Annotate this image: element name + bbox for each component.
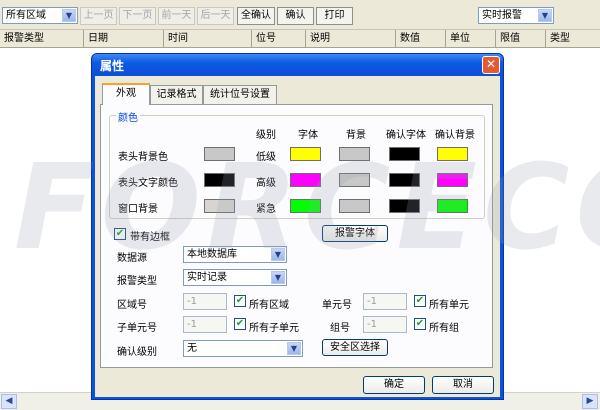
urgent-bg-swatch[interactable] — [339, 199, 370, 213]
data-source-select[interactable]: 本地数据库 ▼ — [183, 246, 287, 263]
column-header[interactable]: 报警类型 — [0, 30, 84, 48]
background-column-header: 背景 — [346, 130, 366, 141]
urgent-confirm-bg-swatch[interactable] — [437, 199, 468, 213]
unit-no-label: 单元号 — [322, 300, 352, 311]
alarm-table-header: 报警类型 日期 时间 位号 说明 数值 单位 限值 类型 — [0, 30, 600, 48]
level-column-header: 级别 — [256, 130, 276, 141]
chevron-down-icon: ▼ — [271, 271, 285, 284]
all-areas-checkbox[interactable]: ✔ — [234, 295, 246, 307]
column-header[interactable]: 日期 — [84, 30, 164, 48]
color-group: 颜色 级别 字体 背景 确认字体 确认背景 表头背景色 低级 表头文字颜色 高级 — [109, 109, 485, 219]
area-no-input[interactable]: -1 — [183, 293, 227, 310]
dialog-titlebar[interactable]: 属性 ✕ — [92, 54, 503, 76]
all-units-label: 所有单元 — [429, 300, 469, 311]
unit-no-input[interactable]: -1 — [363, 293, 407, 310]
all-areas-label: 所有区域 — [249, 300, 289, 311]
confirm-level-value: 无 — [187, 343, 197, 354]
area-filter-select[interactable]: 所有区域 ▼ — [2, 7, 78, 24]
tab-record-format[interactable]: 记录格式 — [150, 85, 203, 104]
color-group-title: 颜色 — [116, 109, 140, 124]
with-border-checkbox[interactable]: ✔ — [114, 228, 126, 240]
alarm-font-button[interactable]: 报警字体 — [322, 225, 388, 242]
print-button[interactable]: 打印 — [316, 7, 353, 25]
chevron-down-icon: ▼ — [271, 248, 285, 261]
all-subunits-label: 所有子单元 — [249, 323, 299, 334]
urgent-confirm-font-swatch[interactable] — [389, 199, 420, 213]
column-header[interactable]: 位号 — [252, 30, 306, 48]
column-header[interactable]: 单位 — [446, 30, 496, 48]
subunit-no-label: 子单元号 — [117, 323, 157, 334]
window-bg-swatch[interactable] — [204, 199, 235, 213]
level-low-label: 低级 — [256, 152, 276, 163]
high-font-swatch[interactable] — [290, 173, 321, 187]
group-no-label: 组号 — [330, 323, 350, 334]
toolbar: 所有区域 ▼ 上一页 下一页 前一天 后一天 全确认 确认 打印 实时报警 ▼ — [0, 0, 600, 30]
dialog-client: 外观 记录格式 统计位号设置 颜色 级别 字体 背景 确认字体 确认背景 表头背… — [95, 76, 500, 397]
close-icon[interactable]: ✕ — [482, 56, 500, 74]
next-day-button[interactable]: 后一天 — [197, 7, 234, 25]
area-filter-value: 所有区域 — [6, 10, 46, 21]
header-bg-label: 表头背景色 — [118, 152, 168, 163]
with-border-label: 带有边框 — [130, 232, 170, 243]
prev-day-button[interactable]: 前一天 — [158, 7, 195, 25]
header-bg-swatch[interactable] — [204, 147, 235, 161]
properties-dialog: 属性 ✕ 外观 记录格式 统计位号设置 颜色 级别 字体 背景 确认字体 确认背… — [91, 53, 504, 400]
appearance-panel: 颜色 级别 字体 背景 确认字体 确认背景 表头背景色 低级 表头文字颜色 高级 — [100, 104, 493, 368]
ok-button[interactable]: 确定 — [363, 376, 425, 394]
level-urgent-label: 紧急 — [256, 204, 276, 215]
data-source-label: 数据源 — [117, 253, 147, 264]
header-text-color-swatch[interactable] — [204, 173, 235, 187]
confirm-font-column-header: 确认字体 — [386, 130, 426, 141]
all-subunits-checkbox[interactable]: ✔ — [234, 318, 246, 330]
scroll-left-icon[interactable]: ◀ — [1, 394, 17, 409]
next-page-button[interactable]: 下一页 — [119, 7, 156, 25]
high-bg-swatch[interactable] — [339, 173, 370, 187]
font-column-header: 字体 — [298, 130, 318, 141]
confirm-all-button[interactable]: 全确认 — [237, 7, 275, 25]
prev-page-button[interactable]: 上一页 — [80, 7, 117, 25]
area-no-label: 区域号 — [117, 300, 147, 311]
column-header[interactable]: 类型 — [546, 30, 600, 48]
level-high-label: 高级 — [256, 178, 276, 189]
dialog-title: 属性 — [100, 59, 125, 73]
alarm-type-label: 报警类型 — [117, 276, 157, 287]
column-header[interactable]: 说明 — [306, 30, 396, 48]
tab-statistics-tags[interactable]: 统计位号设置 — [203, 85, 277, 104]
window-bg-label: 窗口背景 — [118, 204, 158, 215]
column-header[interactable]: 数值 — [396, 30, 446, 48]
urgent-font-swatch[interactable] — [290, 199, 321, 213]
confirm-level-select[interactable]: 无 ▼ — [183, 340, 303, 357]
alarm-mode-value: 实时报警 — [482, 10, 522, 21]
column-header[interactable]: 时间 — [164, 30, 252, 48]
high-confirm-bg-swatch[interactable] — [437, 173, 468, 187]
group-no-input[interactable]: -1 — [363, 316, 407, 333]
confirm-button[interactable]: 确认 — [277, 7, 314, 25]
chevron-down-icon: ▼ — [287, 342, 301, 355]
scroll-right-icon[interactable]: ▶ — [582, 394, 598, 409]
chevron-down-icon: ▼ — [62, 9, 76, 22]
low-confirm-bg-swatch[interactable] — [437, 147, 468, 161]
all-units-checkbox[interactable]: ✔ — [414, 295, 426, 307]
safety-zone-button[interactable]: 安全区选择 — [322, 339, 388, 356]
all-groups-label: 所有组 — [429, 323, 459, 334]
alarm-mode-select[interactable]: 实时报警 ▼ — [478, 7, 554, 24]
alarm-type-value: 实时记录 — [187, 272, 227, 283]
subunit-no-input[interactable]: -1 — [183, 316, 227, 333]
data-source-value: 本地数据库 — [187, 249, 237, 260]
low-confirm-font-swatch[interactable] — [389, 147, 420, 161]
alarm-type-select[interactable]: 实时记录 ▼ — [183, 269, 287, 286]
cancel-button[interactable]: 取消 — [432, 376, 494, 394]
column-header[interactable]: 限值 — [496, 30, 546, 48]
low-font-swatch[interactable] — [290, 147, 321, 161]
all-groups-checkbox[interactable]: ✔ — [414, 318, 426, 330]
confirm-level-label: 确认级别 — [117, 347, 157, 358]
chevron-down-icon: ▼ — [538, 9, 552, 22]
confirm-background-column-header: 确认背景 — [435, 130, 475, 141]
header-text-color-label: 表头文字颜色 — [118, 178, 178, 189]
tab-appearance[interactable]: 外观 — [102, 83, 150, 105]
low-bg-swatch[interactable] — [339, 147, 370, 161]
high-confirm-font-swatch[interactable] — [389, 173, 420, 187]
